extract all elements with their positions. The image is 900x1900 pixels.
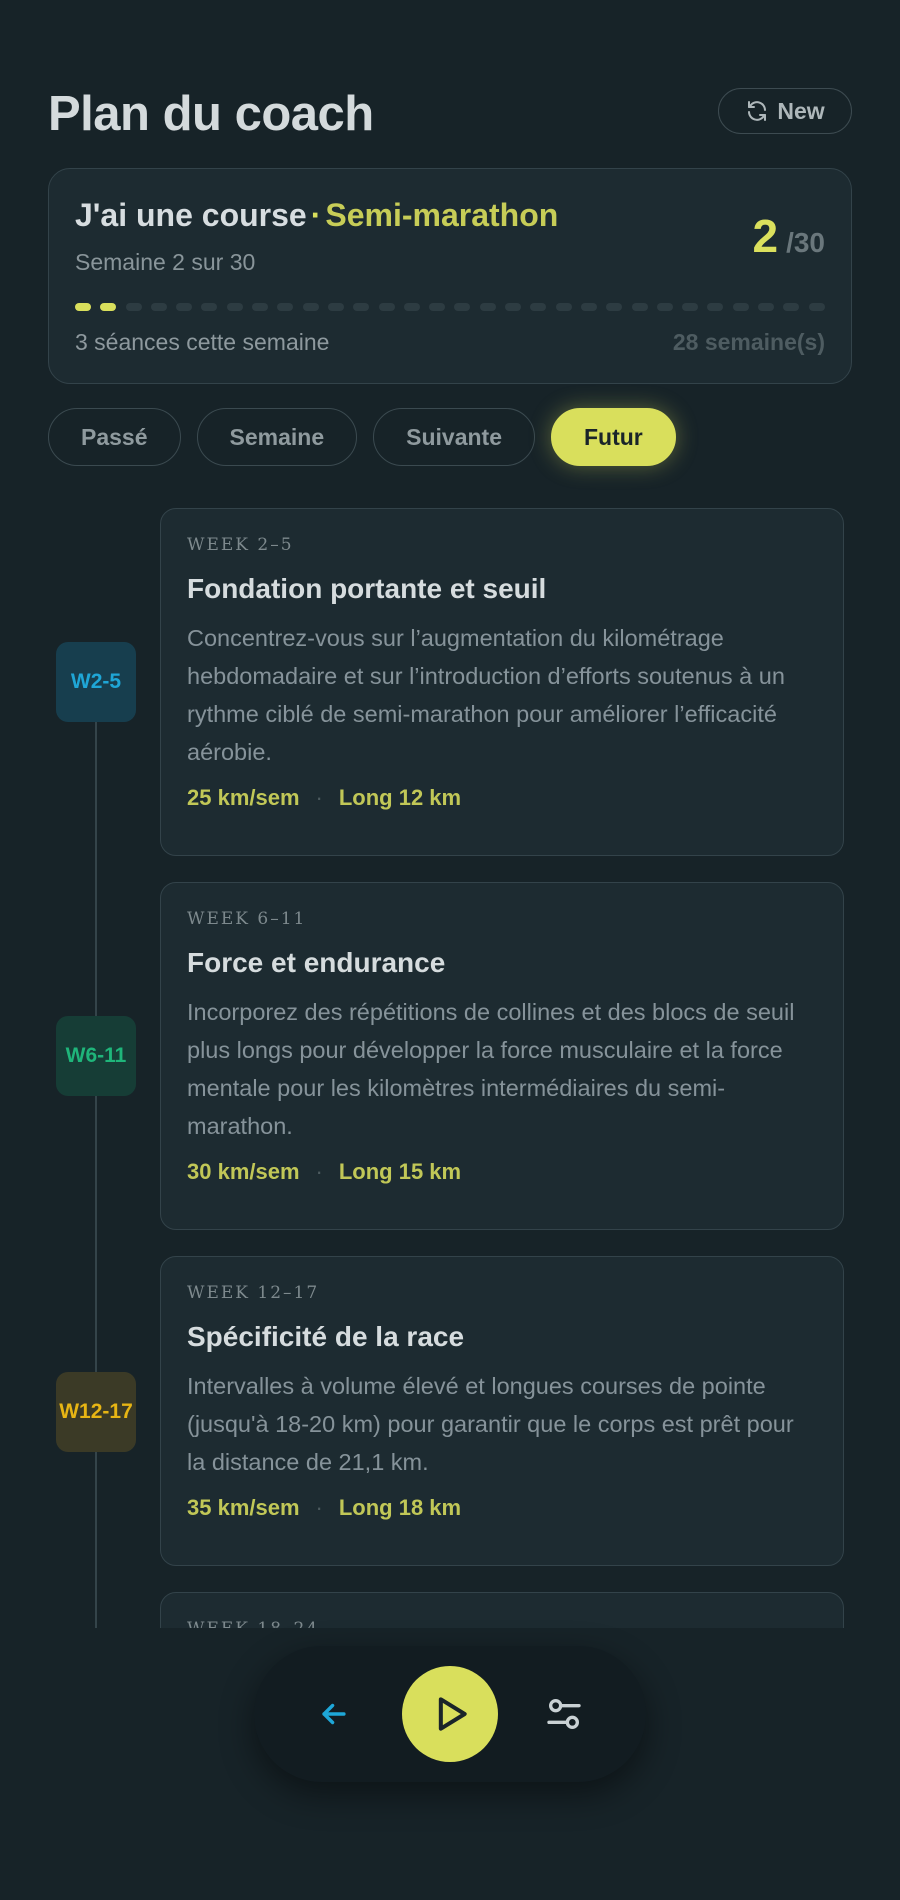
new-plan-label: New [777,97,825,124]
race-name: Semi-marathon [325,197,559,233]
race-week-subtitle: Semaine 2 sur 30 [75,249,256,275]
progress-segment [808,303,825,311]
weekly-distance: 25 km/sem [187,785,300,810]
phase-kicker: WEEK 18–24 [187,1619,817,1628]
progress-segment [403,303,420,311]
progress-segment [327,303,344,311]
phase-badge: W6-11 [56,1016,136,1096]
progress-segment [150,303,167,311]
progress-segment [454,303,471,311]
progress-segment [100,303,117,311]
phase-title: Fondation portante et seuil [187,573,547,604]
progress-segment [505,303,522,311]
progress-segment [707,303,724,311]
progress-segment [758,303,775,311]
sessions-this-week: 3 séances cette semaine [75,329,330,355]
new-plan-button[interactable]: New [718,88,852,134]
phase-card[interactable]: WEEK 6–11 Force et endurance Incorporez … [160,882,844,1230]
progress-segment [631,303,648,311]
progress-segment [530,303,547,311]
phase-kicker: WEEK 6–11 [187,909,307,929]
race-title-separator: · [310,197,322,233]
phase-title: Force et endurance [187,947,446,978]
phase-description: Concentrez-vous sur l’augmentation du ki… [187,625,785,765]
progress-segment [580,303,597,311]
phase-stats: 25 km/sem · Long 12 km [187,785,817,811]
weekly-distance: 35 km/sem [187,1495,300,1520]
progress-segment [176,303,193,311]
sliders-icon [547,1699,581,1729]
settings-button[interactable] [540,1690,588,1738]
phase-kicker: WEEK 12–17 [187,1283,320,1303]
progress-segment [682,303,699,311]
phase-card[interactable]: WEEK 12–17 Spécificité de la race Interv… [160,1256,844,1566]
back-button[interactable] [310,1690,358,1738]
header: Plan du coach New [48,84,852,148]
long-run-distance: Long 18 km [338,1495,462,1520]
phase-badge: W2-5 [56,642,136,722]
phase-kicker: WEEK 2–5 [187,535,294,555]
phase-stats: 35 km/sem · Long 18 km [187,1495,817,1521]
progress-segment [429,303,446,311]
arrow-left-icon [322,1703,346,1725]
race-summary-card[interactable]: J'ai une course · Semi-marathon Semaine 2 … [48,168,852,384]
progress-segment [277,303,294,311]
filter-past[interactable]: Passé [48,408,181,466]
progress-segment [479,303,496,311]
progress-segment [226,303,243,311]
progress-segment [75,303,91,311]
phase-card[interactable]: WEEK 2–5 Fondation portante et seuil Con… [160,508,844,856]
week-progress-bar [75,303,825,311]
phase-badge: W12-17 [56,1372,136,1452]
progress-segment [783,303,800,311]
phase-description: Incorporez des répétitions de collines e… [187,999,795,1139]
progress-segment [378,303,395,311]
long-run-distance: Long 15 km [338,1159,462,1184]
progress-segment [252,303,269,311]
timeline-line [95,698,97,1628]
refresh-icon [748,101,767,121]
progress-segment [555,303,572,311]
filter-future[interactable]: Futur [551,408,676,466]
filter-next[interactable]: Suivante [373,408,535,466]
start-session-button[interactable] [402,1666,498,1762]
bottom-action-bar [254,1646,646,1782]
progress-segment [606,303,623,311]
current-week: 2 [752,210,779,262]
filter-week[interactable]: Semaine [196,408,358,466]
progress-segment [732,303,749,311]
play-icon [438,1697,467,1731]
stats-separator: · [315,785,323,810]
weeks-remaining: 28 semaine(s) [672,329,825,355]
stats-separator: · [315,1159,323,1184]
week-counter: 2 /30 [752,209,825,263]
stats-separator: · [315,1495,323,1520]
phase-title: Spécificité de la race [187,1321,465,1352]
progress-segment [201,303,218,311]
phase-card[interactable]: WEEK 18–24 [160,1592,844,1628]
progress-segment [302,303,319,311]
progress-segment [125,303,142,311]
page-title: Plan du coach [48,87,374,141]
phase-stats: 30 km/sem · Long 15 km [187,1159,817,1185]
weekly-distance: 30 km/sem [187,1159,300,1184]
period-filter-tabs: Passé Semaine Suivante Futur [48,408,676,466]
long-run-distance: Long 12 km [338,785,462,810]
race-title: J'ai une course · Semi-marathon [75,197,558,234]
progress-segment [353,303,370,311]
phase-timeline[interactable]: W2-5 WEEK 2–5 Fondation portante et seui… [0,508,900,1628]
race-goal-label: J'ai une course [75,197,307,233]
phase-description: Intervalles à volume élevé et longues co… [187,1373,794,1475]
total-weeks: /30 [786,227,825,258]
progress-segment [656,303,673,311]
